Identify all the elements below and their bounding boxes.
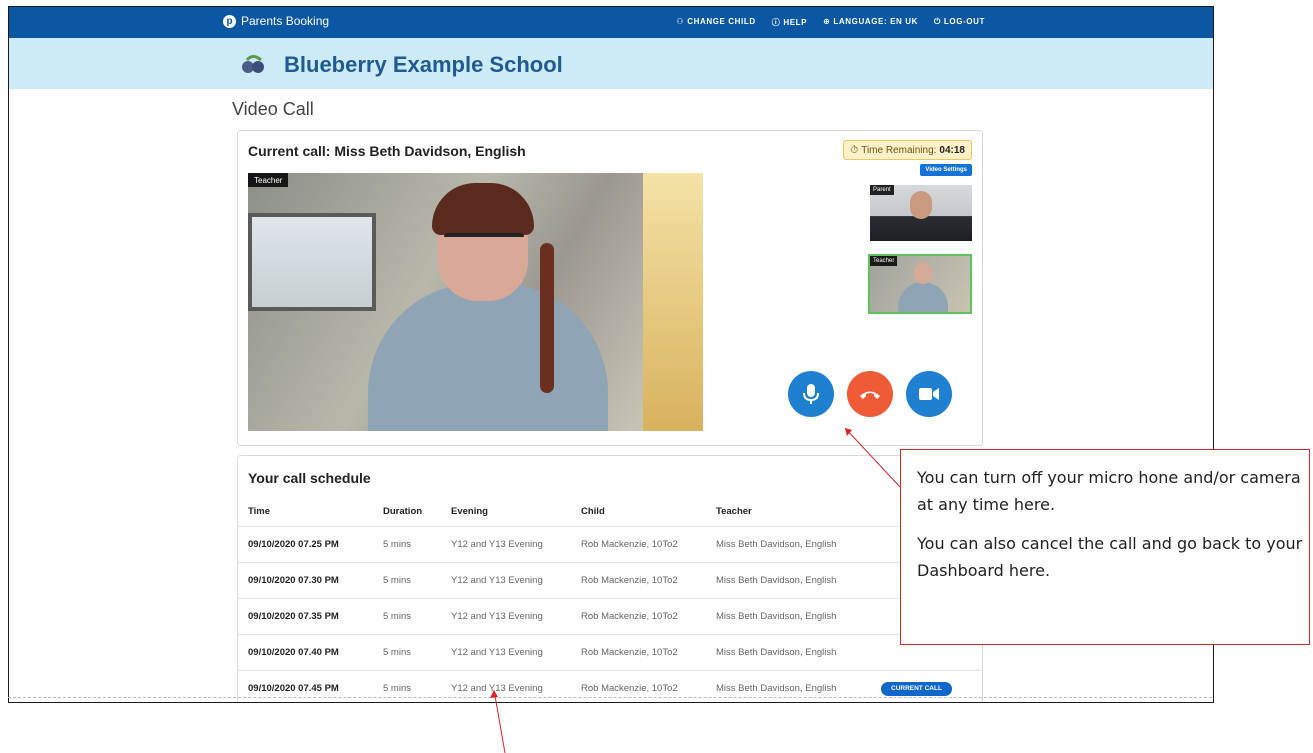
column-header-teacher: Teacher [706, 496, 871, 527]
column-header-child: Child [571, 496, 706, 527]
video-person-braid [540, 243, 554, 393]
main-video-feed: Teacher [248, 173, 703, 431]
video-settings-button[interactable]: Video Settings [920, 164, 972, 176]
power-icon: ⏻ [933, 17, 941, 26]
timer-icon: ⏱ [850, 144, 859, 156]
current-call-badge[interactable]: CURRENT CALL [881, 681, 952, 696]
school-name: Blueberry Example School [284, 52, 563, 77]
callout-text-cancel: You can also cancel the call and go back… [917, 534, 1303, 580]
video-person-hair [432, 183, 534, 235]
nav-help[interactable]: ⓘ HELP [772, 17, 807, 28]
parent-thumb-label: Parent [870, 185, 894, 195]
blueberry-icon [239, 55, 269, 80]
nav-language[interactable]: ⊕ LANGUAGE: EN UK [823, 17, 918, 28]
time-remaining-value: 04:18 [939, 144, 965, 156]
microphone-icon [803, 384, 819, 404]
nav-logout[interactable]: ⏻ LOG-OUT [934, 17, 985, 28]
brand[interactable]: p Parents Booking [223, 14, 329, 28]
nav-change-child[interactable]: ⚇ CHANGE CHILD [676, 17, 755, 28]
column-header-evening: Evening [441, 496, 571, 527]
teacher-thumb-body [898, 282, 948, 312]
brand-name: Parents Booking [241, 14, 330, 28]
hang-up-icon [860, 391, 880, 399]
teacher-thumb-face [914, 262, 932, 284]
top-bar: p Parents Booking ⚇ CHANGE CHILD ⓘ HELP ⊕ L… [9, 7, 1213, 38]
page-title: Video Call [232, 99, 314, 119]
page-break-divider [8, 697, 1212, 698]
parents-booking-logo-icon: p [223, 14, 236, 28]
hang-up-button[interactable] [847, 371, 893, 417]
current-call-title: Current call: Miss Beth Davidson, Englis… [248, 143, 526, 159]
table-header-row: Time Duration Evening Child Teacher [238, 496, 982, 527]
callout-text-controls: You can turn off your micro hone and/or … [917, 468, 1301, 514]
call-schedule-panel: Your call schedule Time Duration Evening… [237, 455, 983, 702]
parent-video-thumbnail[interactable]: Parent [870, 185, 972, 241]
globe-icon: ⊕ [823, 17, 831, 26]
table-row: 09/10/2020 07.40 PM 5 mins Y12 and Y13 E… [238, 634, 982, 671]
video-background-light [643, 173, 703, 431]
table-row: 09/10/2020 07.30 PM 5 mins Y12 and Y13 E… [238, 562, 982, 599]
video-person-glasses [444, 233, 524, 257]
parent-face [910, 191, 932, 219]
table-row: 09/10/2020 07.25 PM 5 mins Y12 and Y13 E… [238, 526, 982, 563]
schedule-title: Your call schedule [248, 470, 371, 486]
column-header-duration: Duration [373, 496, 441, 527]
help-icon: ⓘ [771, 18, 781, 27]
teacher-thumb-label: Teacher [870, 256, 898, 266]
time-remaining-badge: ⏱ Time Remaining: 04:18 [843, 140, 972, 160]
camera-toggle-button[interactable] [906, 371, 952, 417]
microphone-toggle-button[interactable] [788, 371, 834, 417]
table-row: 09/10/2020 07.35 PM 5 mins Y12 and Y13 E… [238, 598, 982, 635]
main-video-label: Teacher [248, 173, 289, 187]
column-header-time: Time [238, 496, 373, 527]
users-icon: ⚇ [676, 17, 685, 26]
teacher-video-thumbnail[interactable]: Teacher [868, 254, 972, 314]
schedule-table: Time Duration Evening Child Teacher 09/1… [238, 496, 982, 702]
top-nav: ⚇ CHANGE CHILD ⓘ HELP ⊕ LANGUAGE: EN UK ⏻ LO… [676, 17, 985, 28]
video-person [368, 283, 608, 431]
video-call-panel: Current call: Miss Beth Davidson, Englis… [237, 130, 983, 446]
video-background [248, 213, 376, 311]
table-row: 09/10/2020 07.45 PM 5 mins Y12 and Y13 E… [238, 670, 982, 702]
camera-icon [919, 388, 939, 400]
annotation-callout: You can turn off your micro hone and/or … [900, 449, 1310, 645]
school-header: Blueberry Example School [9, 38, 1213, 89]
